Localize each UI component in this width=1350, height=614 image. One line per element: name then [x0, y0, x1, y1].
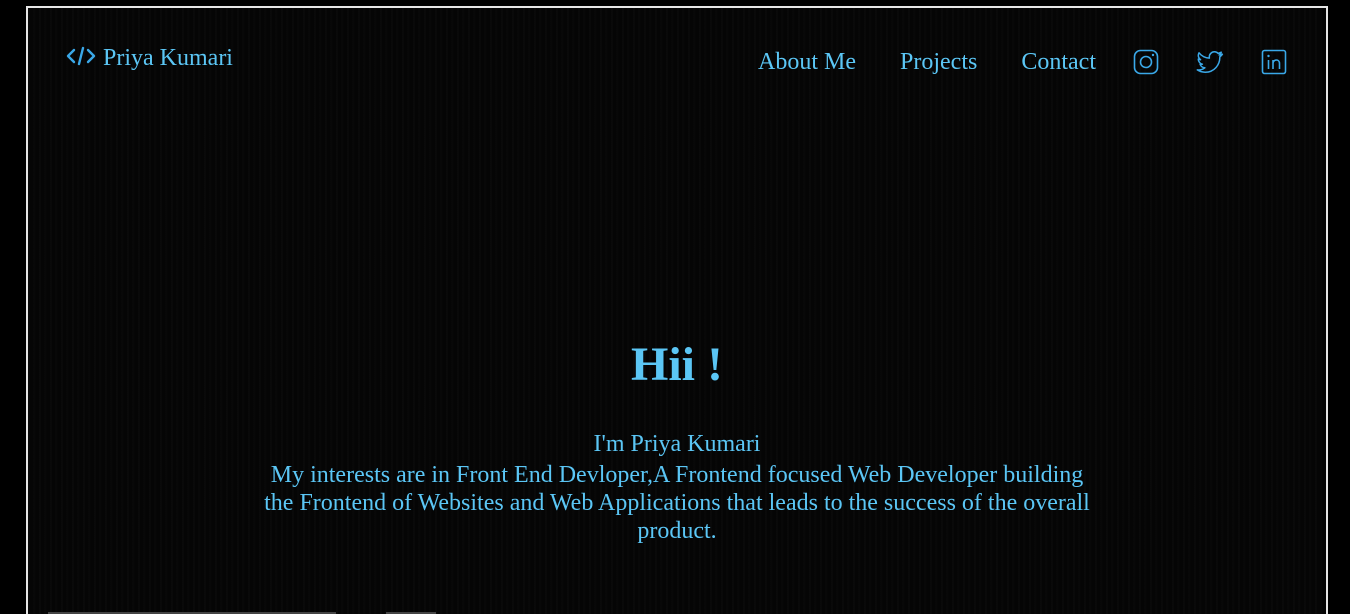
instagram-icon[interactable] [1132, 48, 1160, 76]
hero-title: Hii ! [631, 338, 723, 391]
social-links [1132, 48, 1288, 76]
page-frame: Priya Kumari About Me Projects Contact H… [26, 6, 1328, 614]
main-nav: About Me Projects Contact [758, 48, 1288, 76]
nav-link-projects[interactable]: Projects [900, 49, 977, 76]
hero-section: Hii ! I'm Priya Kumari My interests are … [28, 333, 1326, 545]
logo-text: Priya Kumari [103, 45, 233, 71]
twitter-icon[interactable] [1196, 48, 1224, 76]
linkedin-icon[interactable] [1260, 48, 1288, 76]
hero-description: My interests are in Front End Devloper,A… [264, 462, 1090, 544]
nav-link-contact[interactable]: Contact [1021, 49, 1096, 76]
nav-link-about[interactable]: About Me [758, 49, 856, 76]
hero-intro: I'm Priya Kumari [593, 431, 761, 457]
site-logo[interactable]: Priya Kumari [66, 45, 233, 72]
code-icon [66, 46, 96, 66]
